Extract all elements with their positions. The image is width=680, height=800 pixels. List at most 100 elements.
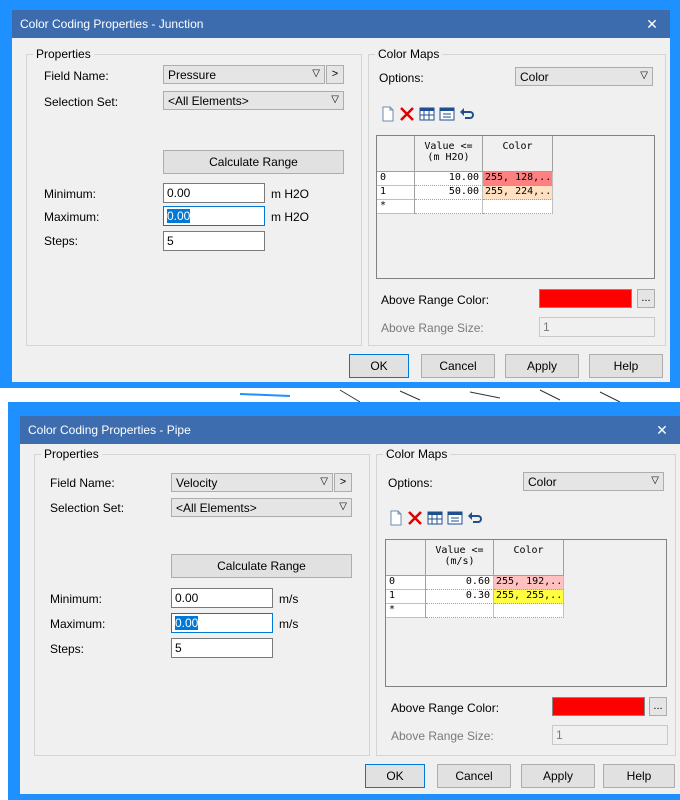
dialog-title: Color Coding Properties - Pipe — [28, 423, 191, 437]
new-value-cell[interactable] — [426, 604, 494, 618]
close-icon[interactable]: ✕ — [634, 10, 670, 38]
steps-input[interactable]: 5 — [163, 231, 265, 251]
above-range-size-label: Above Range Size: — [381, 321, 484, 335]
new-color-cell[interactable] — [483, 200, 553, 214]
chevron-down-icon: ▽ — [331, 94, 339, 105]
row-index[interactable]: 0 — [386, 576, 426, 590]
title-bar: Color Coding Properties - Pipe ✕ — [20, 416, 680, 444]
undo-icon[interactable] — [467, 510, 483, 526]
maximum-value: 0.00 — [175, 616, 199, 630]
field-name-dropdown[interactable]: Velocity ▽ — [171, 473, 333, 492]
title-bar: Color Coding Properties - Junction ✕ — [12, 10, 670, 38]
row-index[interactable]: 1 — [377, 186, 415, 200]
value-header-line1: Value <= — [435, 545, 484, 556]
dialog-title: Color Coding Properties - Junction — [20, 17, 204, 31]
field-name-label: Field Name: — [50, 476, 115, 490]
new-icon[interactable] — [380, 106, 396, 122]
grid-icon[interactable] — [427, 510, 443, 526]
maximum-unit: m H2O — [271, 210, 310, 224]
new-row-marker[interactable]: * — [386, 604, 426, 618]
maximum-input[interactable]: 0.00 — [163, 206, 265, 226]
ok-button[interactable]: OK — [365, 764, 425, 788]
maximum-unit: m/s — [279, 617, 299, 631]
minimum-unit: m H2O — [271, 187, 310, 201]
chevron-down-icon: ▽ — [640, 70, 648, 81]
value-header-line2: (m/s) — [444, 556, 475, 567]
undo-icon[interactable] — [459, 106, 475, 122]
new-value-cell[interactable] — [415, 200, 483, 214]
value-cell[interactable]: 50.00 — [415, 186, 483, 200]
value-cell[interactable]: 0.30 — [426, 590, 494, 604]
new-row-marker[interactable]: * — [377, 200, 415, 214]
chevron-down-icon: ▽ — [312, 68, 320, 79]
color-column-header: Color — [483, 136, 553, 172]
cancel-button[interactable]: Cancel — [437, 764, 511, 788]
above-range-size-input: 1 — [552, 725, 668, 745]
table-icon[interactable] — [439, 106, 455, 122]
junction-dialog: Color Coding Properties - Junction ✕ Pro… — [12, 10, 670, 382]
color-maps-legend: Color Maps — [375, 47, 443, 61]
field-name-value: Velocity — [176, 476, 218, 490]
above-range-color-swatch[interactable] — [552, 697, 645, 716]
ellipsis-button[interactable]: ... — [649, 697, 667, 716]
field-name-dropdown[interactable]: Pressure ▽ — [163, 65, 325, 84]
field-more-button[interactable]: > — [326, 65, 344, 84]
selection-set-dropdown[interactable]: <All Elements> ▽ — [171, 498, 352, 517]
value-column-header: Value <= (m/s) — [426, 540, 494, 576]
table-icon[interactable] — [447, 510, 463, 526]
color-cell[interactable]: 255, 192,... — [494, 576, 564, 590]
field-more-button[interactable]: > — [334, 473, 352, 492]
calculate-range-button[interactable]: Calculate Range — [171, 554, 352, 578]
table-corner — [386, 540, 426, 576]
value-cell[interactable]: 10.00 — [415, 172, 483, 186]
delete-icon[interactable] — [407, 510, 423, 526]
value-header-line2: (m H2O) — [427, 152, 470, 163]
maximum-label: Maximum: — [50, 617, 106, 631]
row-index[interactable]: 0 — [377, 172, 415, 186]
chevron-down-icon: ▽ — [339, 501, 347, 512]
maximum-label: Maximum: — [44, 210, 100, 224]
value-column-header: Value <= (m H2O) — [415, 136, 483, 172]
steps-label: Steps: — [44, 234, 79, 248]
row-index[interactable]: 1 — [386, 590, 426, 604]
steps-input[interactable]: 5 — [171, 638, 273, 658]
minimum-input[interactable]: 0.00 — [171, 588, 273, 608]
maximum-input[interactable]: 0.00 — [171, 613, 273, 633]
apply-button[interactable]: Apply — [521, 764, 595, 788]
calculate-range-button[interactable]: Calculate Range — [163, 150, 344, 174]
options-dropdown[interactable]: Color ▽ — [523, 472, 664, 491]
minimum-input[interactable]: 0.00 — [163, 183, 265, 203]
selection-set-dropdown[interactable]: <All Elements> ▽ — [163, 91, 344, 110]
table-corner — [377, 136, 415, 172]
cancel-button[interactable]: Cancel — [421, 354, 495, 378]
above-range-color-swatch[interactable] — [539, 289, 632, 308]
selection-set-label: Selection Set: — [44, 95, 119, 109]
color-column-header: Color — [494, 540, 564, 576]
ellipsis-button[interactable]: ... — [637, 289, 655, 308]
value-cell[interactable]: 0.60 — [426, 576, 494, 590]
apply-button[interactable]: Apply — [505, 354, 579, 378]
new-color-cell[interactable] — [494, 604, 564, 618]
delete-icon[interactable] — [399, 106, 415, 122]
chevron-down-icon: ▽ — [651, 475, 659, 486]
above-range-size-input: 1 — [539, 317, 655, 337]
new-icon[interactable] — [388, 510, 404, 526]
color-map-table: Value <= (m H2O) Color 0 10.00 255, 128,… — [376, 135, 655, 279]
selection-set-value: <All Elements> — [168, 94, 249, 108]
pipe-dialog: Color Coding Properties - Pipe ✕ Propert… — [20, 416, 680, 794]
color-cell[interactable]: 255, 255,... — [494, 590, 564, 604]
color-cell[interactable]: 255, 224,... — [483, 186, 553, 200]
color-maps-legend: Color Maps — [383, 447, 451, 461]
grid-icon[interactable] — [419, 106, 435, 122]
help-button[interactable]: Help — [589, 354, 663, 378]
steps-label: Steps: — [50, 642, 85, 656]
close-icon[interactable]: ✕ — [644, 416, 680, 444]
maximum-value: 0.00 — [167, 209, 191, 223]
options-dropdown[interactable]: Color ▽ — [515, 67, 653, 86]
help-button[interactable]: Help — [603, 764, 675, 788]
above-range-size-label: Above Range Size: — [391, 729, 494, 743]
color-cell[interactable]: 255, 128,... — [483, 172, 553, 186]
ok-button[interactable]: OK — [349, 354, 409, 378]
above-range-color-label: Above Range Color: — [381, 293, 490, 307]
options-value: Color — [528, 475, 557, 489]
